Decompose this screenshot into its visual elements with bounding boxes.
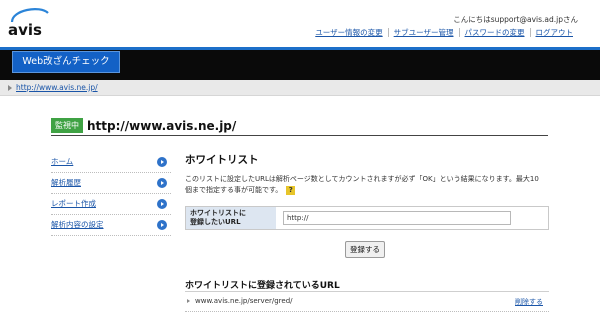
- form-label-line1: ホワイトリストに: [190, 209, 246, 217]
- sidebar-item-label[interactable]: レポート作成: [51, 199, 96, 208]
- sidebar-item-home[interactable]: ホーム: [51, 152, 171, 173]
- sidebar-item-label[interactable]: 解析内容の設定: [51, 220, 104, 229]
- form-label-line2: 登録したいURL: [190, 218, 241, 226]
- nav-subuser[interactable]: サブユーザー管理: [389, 27, 459, 38]
- registered-url: www.avis.ne.jp/server/gred/: [195, 297, 293, 305]
- sidebar-item-history[interactable]: 解析履歴: [51, 173, 171, 194]
- arrow-right-icon[interactable]: [157, 178, 167, 188]
- whitelist-form: ホワイトリストに 登録したいURL http://: [185, 206, 549, 230]
- heading-divider: [51, 135, 548, 136]
- description-text: このリストに設定したURLは解析ページ数としてカウントされますが必ず「OK」とい…: [185, 175, 539, 194]
- register-button[interactable]: 登録する: [345, 241, 385, 258]
- sidebar: ホーム 解析履歴 レポート作成 解析内容の設定: [51, 152, 171, 236]
- monitor-heading: 監視中 http://www.avis.ne.jp/: [51, 118, 236, 133]
- arrow-right-icon[interactable]: [157, 157, 167, 167]
- registered-list-title: ホワイトリストに登録されているURL: [185, 281, 340, 291]
- delete-link[interactable]: 削除する: [515, 297, 543, 307]
- sidebar-item-settings[interactable]: 解析内容の設定: [51, 215, 171, 236]
- triangle-bullet-icon: [8, 85, 12, 91]
- sidebar-item-label[interactable]: ホーム: [51, 157, 73, 166]
- whitelist-url-input[interactable]: http://: [283, 211, 511, 225]
- list-item-divider: [185, 311, 549, 312]
- nav-logout[interactable]: ログアウト: [531, 27, 579, 38]
- status-badge: 監視中: [51, 118, 83, 133]
- section-title: ホワイトリスト: [185, 154, 259, 166]
- triangle-bullet-icon: [187, 299, 190, 303]
- list-item: www.avis.ne.jp/server/gred/ 削除する: [185, 296, 549, 310]
- nav-user-info[interactable]: ユーザー情報の変更: [310, 27, 387, 38]
- service-title[interactable]: Web改ざんチェック: [12, 51, 120, 73]
- help-icon[interactable]: ?: [286, 185, 296, 195]
- header: avis こんにちはsupport@avis.ad.jpさん ユーザー情報の変更…: [0, 0, 600, 48]
- main-panel: 監視中 http://www.avis.ne.jp/ ホーム 解析履歴 レポート…: [30, 105, 570, 330]
- top-nav: ユーザー情報の変更 サブユーザー管理 パスワードの変更 ログアウト: [310, 27, 578, 38]
- list-divider: [185, 291, 549, 292]
- user-greeting: こんにちはsupport@avis.ad.jpさん: [453, 15, 578, 24]
- arrow-right-icon[interactable]: [157, 199, 167, 209]
- section-description: このリストに設定したURLは解析ページ数としてカウントされますが必ず「OK」とい…: [185, 174, 545, 196]
- sidebar-item-report[interactable]: レポート作成: [51, 194, 171, 215]
- avis-logo[interactable]: avis: [6, 6, 52, 40]
- whitelist-section: ホワイトリスト このリストに設定したURLは解析ページ数としてカウントされますが…: [185, 152, 550, 312]
- breadcrumb-url[interactable]: http://www.avis.ne.jp/: [16, 83, 98, 92]
- nav-password[interactable]: パスワードの変更: [460, 27, 530, 38]
- form-label: ホワイトリストに 登録したいURL: [186, 207, 276, 229]
- logo-text: avis: [8, 21, 42, 39]
- arrow-right-icon[interactable]: [157, 220, 167, 230]
- breadcrumb: http://www.avis.ne.jp/: [0, 80, 600, 96]
- sidebar-item-label[interactable]: 解析履歴: [51, 178, 81, 187]
- monitored-url: http://www.avis.ne.jp/: [87, 118, 237, 133]
